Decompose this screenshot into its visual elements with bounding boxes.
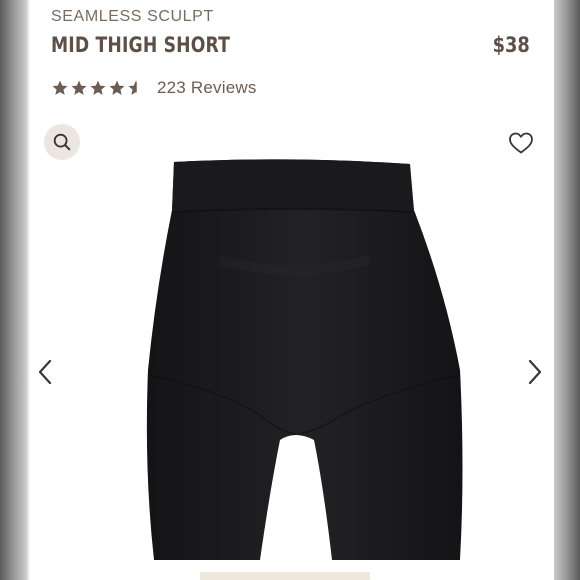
product-page: SEAMLESS SCULPT MID THIGH SHORT $38 223 … xyxy=(30,0,554,580)
wishlist-button[interactable] xyxy=(506,128,536,158)
product-title: MID THIGH SHORT xyxy=(51,33,231,57)
chevron-right-icon xyxy=(528,359,542,385)
half-star-icon xyxy=(128,80,137,95)
star-icon xyxy=(90,80,106,95)
zoom-search-button[interactable] xyxy=(44,124,80,160)
collection-name: SEAMLESS SCULPT xyxy=(51,8,214,25)
image-footer-strip xyxy=(200,572,370,580)
star-icon xyxy=(52,80,68,95)
star-icon xyxy=(109,80,125,95)
next-image-button[interactable] xyxy=(522,356,548,388)
heart-outline-icon xyxy=(509,132,533,154)
product-image[interactable] xyxy=(110,150,480,580)
chevron-left-icon xyxy=(38,359,52,385)
previous-image-button[interactable] xyxy=(32,356,58,388)
search-icon xyxy=(53,133,71,151)
star-rating xyxy=(51,79,145,97)
rating-summary[interactable]: 223 Reviews xyxy=(51,78,257,98)
product-price: $38 xyxy=(492,33,530,57)
reviews-link[interactable]: 223 Reviews xyxy=(157,78,257,98)
star-icon xyxy=(71,80,87,95)
